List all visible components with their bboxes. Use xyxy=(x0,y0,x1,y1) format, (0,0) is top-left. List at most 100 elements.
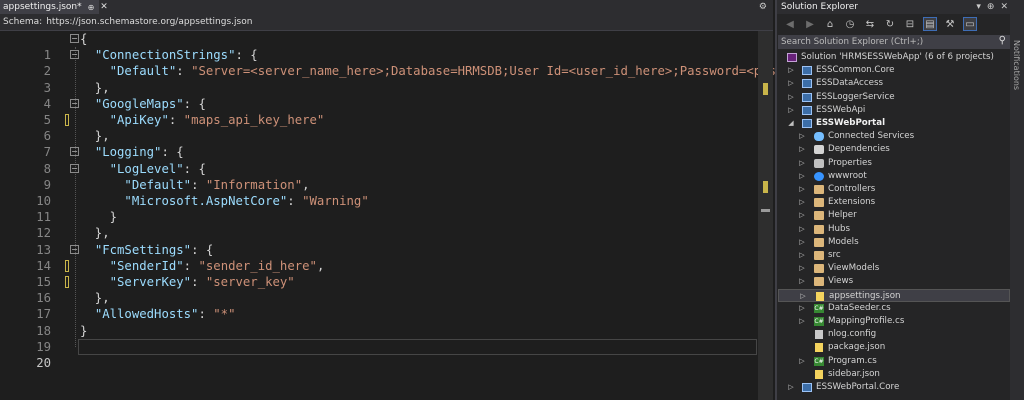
tree-item-dependencies[interactable]: ▷ Dependencies xyxy=(778,143,1010,156)
fold-toggle-icon[interactable]: − xyxy=(70,163,79,173)
tree-item-project[interactable]: ▷ ESSCommon.Core xyxy=(778,64,1010,77)
tree-item-properties[interactable]: ▷ Properties xyxy=(778,157,1010,170)
tree-item-project[interactable]: ▷ ESSWebApi xyxy=(778,104,1010,117)
pin-icon[interactable]: ⊕ xyxy=(88,3,95,12)
tree-item-file[interactable]: sidebar.json xyxy=(778,368,1010,381)
expand-arrow-icon[interactable]: ▷ xyxy=(798,209,806,222)
search-icon[interactable]: ⚲ xyxy=(999,35,1006,46)
forward-icon[interactable]: ▶ xyxy=(803,17,817,31)
line-text: "FcmSettings": { xyxy=(94,242,214,257)
tree-item-folder[interactable]: ▷ Models xyxy=(778,236,1010,249)
code-editor[interactable]: appsettings.json* ⊕ ✕ ⚙ Schema: https://… xyxy=(0,0,791,400)
tree-item-project-active[interactable]: ◢ ESSWebPortal xyxy=(778,117,1010,130)
expand-arrow-icon[interactable]: ▷ xyxy=(787,77,795,90)
tree-item-wwwroot[interactable]: ▷ wwwroot xyxy=(778,170,1010,183)
pin-icon[interactable]: ⊕ xyxy=(987,2,995,12)
solution-explorer-toolbar: ◀ ▶ ⌂ ◷ ⇆ ↻ ⊟ ▤ ⚒ ▭ xyxy=(777,14,1010,34)
line-text: "Default": "Server=<server_name_here>;Da… xyxy=(109,64,791,79)
tree-item-project[interactable]: ▷ ESSLoggerService xyxy=(778,91,1010,104)
code-line: 10 "Default": "Information", xyxy=(0,177,758,208)
expand-arrow-icon[interactable]: ▷ xyxy=(798,157,806,170)
expand-arrow-icon[interactable]: ▷ xyxy=(798,143,806,156)
current-line-highlight xyxy=(78,338,757,355)
tree-item-connected-services[interactable]: ▷ Connected Services xyxy=(778,130,1010,143)
code-line-current[interactable]: 20 xyxy=(0,338,758,370)
line-text: "Logging": { xyxy=(94,145,184,160)
dropdown-icon[interactable]: ▾ xyxy=(976,2,981,12)
close-icon[interactable]: ✕ xyxy=(100,2,108,12)
expand-arrow-icon[interactable]: ▷ xyxy=(787,104,795,117)
tree-item-folder[interactable]: ▷ src xyxy=(778,249,1010,262)
fold-toggle-icon[interactable]: − xyxy=(70,34,79,43)
tree-item-file[interactable]: ▷ C# Program.cs xyxy=(778,355,1010,368)
collapse-arrow-icon[interactable]: ◢ xyxy=(787,117,795,130)
sync-icon[interactable]: ⇆ xyxy=(863,17,877,31)
vertical-scrollbar[interactable] xyxy=(758,31,773,400)
expand-arrow-icon[interactable]: ▷ xyxy=(798,170,806,183)
scrollbar-thumb[interactable] xyxy=(761,209,770,212)
tree-item-folder[interactable]: ▷ Extensions xyxy=(778,196,1010,209)
tree-item-folder[interactable]: ▷ Views xyxy=(778,275,1010,288)
expand-arrow-icon[interactable]: ▷ xyxy=(798,249,806,262)
code-line: 11 "Microsoft.AspNetCore": "Warning" xyxy=(0,193,758,224)
code-line: 5 − "GoogleMaps": { xyxy=(0,96,758,127)
expand-arrow-icon[interactable]: ▷ xyxy=(798,262,806,275)
line-text: } xyxy=(80,323,88,338)
tree-item-project[interactable]: ▷ ESSWebPortal.Core xyxy=(778,381,1010,394)
tree-item-file[interactable]: ▷ C# MappingProfile.cs xyxy=(778,315,1010,328)
tree-item-project[interactable]: ▷ ESSDataAccess xyxy=(778,77,1010,90)
solution-explorer-search-input[interactable]: Search Solution Explorer (Ctrl+;) ⚲ xyxy=(778,35,1010,49)
fold-toggle-icon[interactable]: − xyxy=(70,244,79,254)
home-icon[interactable]: ⌂ xyxy=(823,17,837,31)
fold-toggle-icon[interactable]: − xyxy=(70,98,79,108)
tree-item-folder[interactable]: ▷ ViewModels xyxy=(778,262,1010,275)
project-icon xyxy=(802,66,812,76)
folder-icon xyxy=(814,224,824,234)
line-text: "Microsoft.AspNetCore": "Warning" xyxy=(124,194,369,208)
preview-icon[interactable]: ▭ xyxy=(963,17,977,31)
refresh-icon[interactable]: ↻ xyxy=(883,17,897,31)
line-text: "Default": "Information", xyxy=(124,177,310,192)
expand-arrow-icon[interactable]: ▷ xyxy=(798,130,806,143)
tree-item-folder[interactable]: ▷ Hubs xyxy=(778,223,1010,236)
expand-arrow-icon[interactable]: ▷ xyxy=(798,236,806,249)
notifications-side-tab[interactable]: Notifications xyxy=(1010,0,1024,400)
web-project-icon xyxy=(802,105,812,115)
tree-item-folder[interactable]: ▷ Helper xyxy=(778,209,1010,222)
tree-item-folder[interactable]: ▷ Controllers xyxy=(778,183,1010,196)
line-text: "LogLevel": { xyxy=(109,161,206,176)
fold-toggle-icon[interactable]: − xyxy=(70,147,79,157)
tab-appsettings-json[interactable]: appsettings.json* ⊕ ✕ xyxy=(0,0,108,14)
expand-arrow-icon[interactable]: ▷ xyxy=(798,315,806,328)
project-icon xyxy=(802,92,812,102)
code-line: 17 }, xyxy=(0,290,758,321)
tree-item-file[interactable]: nlog.config xyxy=(778,328,1010,341)
properties-wrench-icon[interactable]: ⚒ xyxy=(943,17,957,31)
tree-item-appsettings-selected[interactable]: ▷ appsettings.json xyxy=(778,288,1010,302)
expand-arrow-icon[interactable]: ▷ xyxy=(787,381,795,394)
tree-item-solution[interactable]: Solution 'HRMSESSWebApp' (6 of 6 project… xyxy=(778,51,1010,64)
close-icon[interactable]: ✕ xyxy=(1000,2,1008,12)
expand-arrow-icon[interactable]: ▷ xyxy=(798,183,806,196)
tree-item-file[interactable]: ▷ C# DataSeeder.cs xyxy=(778,302,1010,315)
expand-arrow-icon[interactable]: ▷ xyxy=(798,275,806,288)
collapse-all-icon[interactable]: ⊟ xyxy=(903,17,917,31)
expand-arrow-icon[interactable]: ▷ xyxy=(787,64,795,77)
gear-icon[interactable]: ⚙ xyxy=(759,2,767,12)
back-icon[interactable]: ◀ xyxy=(783,17,797,31)
line-text: "ApiKey": "maps_api_key_here" xyxy=(109,113,325,127)
expand-arrow-icon[interactable]: ▷ xyxy=(798,196,806,209)
expand-arrow-icon[interactable]: ▷ xyxy=(798,355,806,368)
project-icon xyxy=(802,383,812,392)
expand-arrow-icon[interactable]: ▷ xyxy=(787,91,795,104)
pending-changes-icon[interactable]: ◷ xyxy=(843,17,857,31)
tree-item-file[interactable]: package.json xyxy=(778,341,1010,354)
schema-url[interactable]: https://json.schemastore.org/appsettings… xyxy=(46,17,252,27)
panel-title: Solution Explorer xyxy=(781,2,858,12)
code-area[interactable]: 1 − { 2 − "ConnectionStrings": { 3 "Defa… xyxy=(0,31,791,400)
connected-services-icon xyxy=(814,132,824,142)
expand-arrow-icon[interactable]: ▷ xyxy=(798,302,806,315)
show-all-files-icon[interactable]: ▤ xyxy=(923,17,937,31)
fold-toggle-icon[interactable]: − xyxy=(70,50,79,60)
expand-arrow-icon[interactable]: ▷ xyxy=(798,223,806,236)
